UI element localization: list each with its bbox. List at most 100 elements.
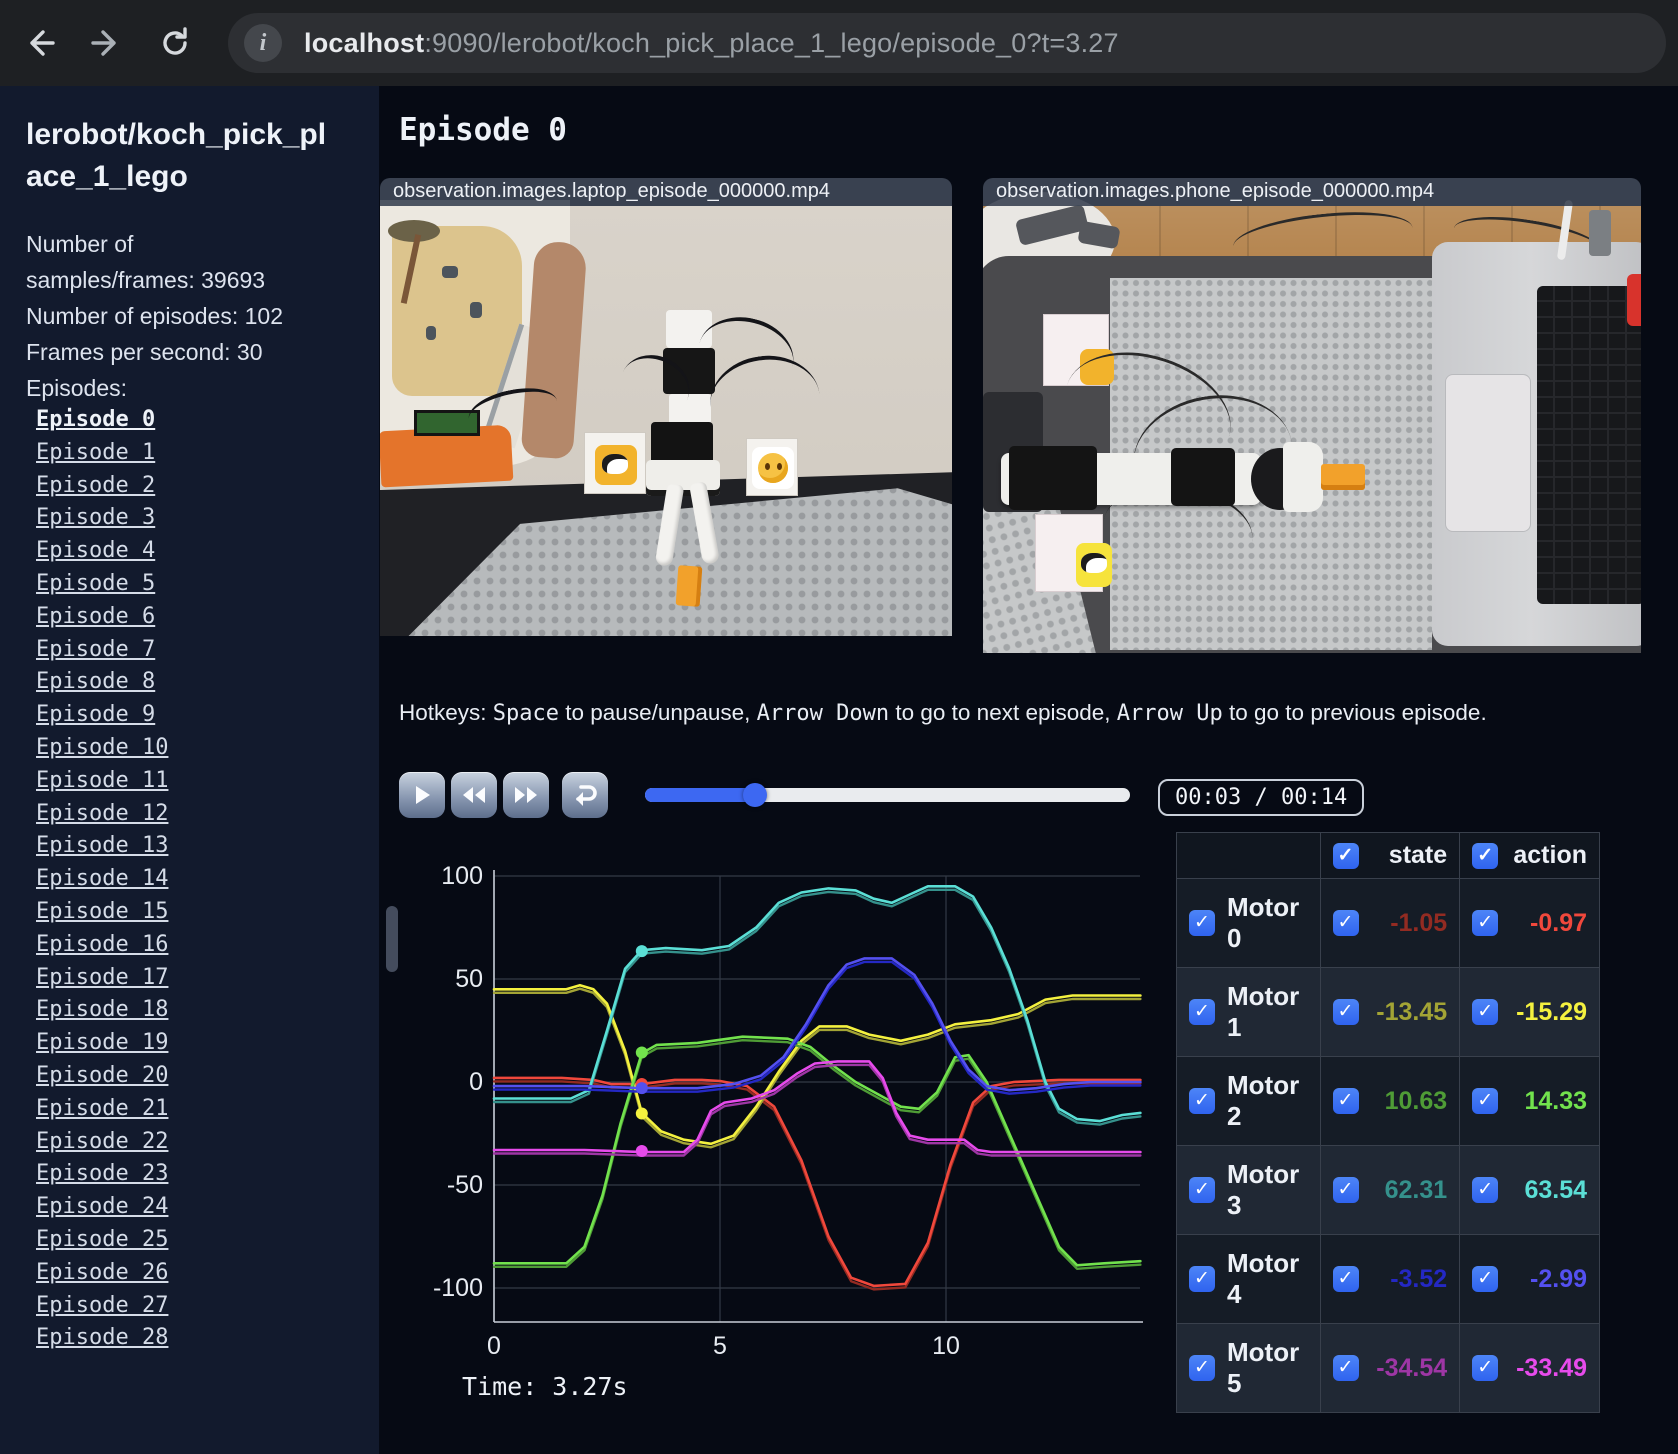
- motor-3-action-checkbox[interactable]: ✓: [1472, 1177, 1499, 1203]
- episode-link-episode-4[interactable]: Episode 4: [36, 535, 168, 568]
- motor-2-checkbox[interactable]: ✓: [1189, 1088, 1215, 1114]
- episode-link-episode-28[interactable]: Episode 28: [36, 1322, 168, 1355]
- print-mark: [470, 302, 482, 318]
- state-column-checkbox[interactable]: ✓: [1332, 842, 1359, 869]
- episode-link-episode-9[interactable]: Episode 9: [36, 699, 168, 732]
- motor-2-state-checkbox[interactable]: ✓: [1332, 1088, 1359, 1114]
- episode-link-episode-5[interactable]: Episode 5: [36, 568, 168, 601]
- motor-0-state-checkbox[interactable]: ✓: [1332, 910, 1359, 936]
- motor-4-action-checkbox[interactable]: ✓: [1472, 1266, 1499, 1292]
- motor-3-label: Motor 3: [1227, 1159, 1300, 1220]
- episode-link-episode-21[interactable]: Episode 21: [36, 1093, 168, 1126]
- seek-slider[interactable]: [645, 783, 1130, 807]
- x-tick-0: 0: [487, 1332, 501, 1360]
- motor-1-state-value: -13.45: [1376, 997, 1448, 1026]
- episode-link-episode-13[interactable]: Episode 13: [36, 830, 168, 863]
- hotkey-text: to go to next episode,: [889, 700, 1117, 725]
- fast-forward-button[interactable]: [503, 772, 549, 818]
- episode-link-episode-22[interactable]: Episode 22: [36, 1126, 168, 1159]
- motor-row-4: ✓ Motor 4 ✓ -3.52 ✓ -2.99: [1176, 1234, 1600, 1324]
- motor-3-state-checkbox[interactable]: ✓: [1332, 1177, 1359, 1203]
- episode-link-episode-14[interactable]: Episode 14: [36, 863, 168, 896]
- episode-link-episode-7[interactable]: Episode 7: [36, 634, 168, 667]
- play-button[interactable]: [399, 772, 445, 818]
- episode-link-episode-10[interactable]: Episode 10: [36, 732, 168, 765]
- seek-slider-thumb[interactable]: [743, 783, 768, 807]
- hotkeys-help: Hotkeys: Space to pause/unpause, Arrow D…: [399, 700, 1487, 726]
- stat-episodes: Number of episodes: 102: [26, 303, 283, 329]
- sidebar: lerobot/koch_pick_place_1_lego Number of…: [0, 86, 379, 1454]
- motor-1-state-checkbox[interactable]: ✓: [1332, 999, 1359, 1025]
- seek-slider-fill: [645, 788, 756, 802]
- motor-5-action-value: -33.49: [1516, 1353, 1587, 1382]
- episode-link-episode-11[interactable]: Episode 11: [36, 765, 168, 798]
- motor-5-checkbox[interactable]: ✓: [1189, 1355, 1215, 1381]
- episode-link-episode-3[interactable]: Episode 3: [36, 502, 168, 535]
- motor-1-action-checkbox[interactable]: ✓: [1472, 999, 1499, 1025]
- back-icon[interactable]: [18, 22, 60, 64]
- episode-link-episode-20[interactable]: Episode 20: [36, 1060, 168, 1093]
- time-display: 00:03 / 00:14: [1158, 779, 1365, 816]
- video-player-phone[interactable]: observation.images.phone_episode_000000.…: [983, 178, 1641, 653]
- episode-link-episode-26[interactable]: Episode 26: [36, 1257, 168, 1290]
- reload-icon[interactable]: [154, 22, 196, 64]
- current-time-dot-3: [635, 945, 648, 958]
- motor-5-state-checkbox[interactable]: ✓: [1332, 1355, 1359, 1381]
- hotkey-text: to pause/unpause,: [559, 700, 757, 725]
- table-corner-cell: [1176, 832, 1321, 879]
- motor-table: ✓ state ✓ action ✓ Motor 0 ✓ -1.05 ✓ -0.97 ✓ Moto…: [1176, 832, 1600, 1413]
- episode-link-episode-18[interactable]: Episode 18: [36, 994, 168, 1027]
- episode-link-episode-0[interactable]: Episode 0: [36, 404, 168, 437]
- episode-link-episode-15[interactable]: Episode 15: [36, 896, 168, 929]
- episode-link-episode-24[interactable]: Episode 24: [36, 1191, 168, 1224]
- site-info-icon[interactable]: i: [244, 24, 282, 62]
- forward-icon[interactable]: [86, 22, 128, 64]
- orange-lego-brick: [1321, 464, 1365, 490]
- series-action-4: [492, 957, 1142, 1092]
- episode-link-episode-25[interactable]: Episode 25: [36, 1224, 168, 1257]
- motor-chart[interactable]: 100 50 0 -50 -100 0 5 10: [385, 850, 1145, 1410]
- episode-link-episode-23[interactable]: Episode 23: [36, 1158, 168, 1191]
- motor-1-checkbox[interactable]: ✓: [1189, 999, 1215, 1025]
- x-tick-5: 5: [713, 1332, 727, 1360]
- episode-link-episode-1[interactable]: Episode 1: [36, 437, 168, 470]
- motor-4-checkbox[interactable]: ✓: [1189, 1266, 1215, 1292]
- laptop-top-view: [1432, 242, 1641, 646]
- y-tick-100: 100: [441, 862, 483, 890]
- episode-link-episode-6[interactable]: Episode 6: [36, 601, 168, 634]
- motor-4-state-value: -3.52: [1390, 1264, 1448, 1293]
- x-tick-10: 10: [932, 1332, 960, 1360]
- action-header-cell: ✓ action: [1459, 832, 1600, 879]
- panda-box-bottom: [1035, 514, 1112, 592]
- url-text[interactable]: localhost:9090/lerobot/koch_pick_place_1…: [304, 28, 1119, 59]
- episode-link-episode-12[interactable]: Episode 12: [36, 798, 168, 831]
- panda-box: [584, 432, 646, 494]
- current-time-dot-4: [635, 1082, 648, 1095]
- motor-4-state-checkbox[interactable]: ✓: [1332, 1266, 1359, 1292]
- episode-link-episode-27[interactable]: Episode 27: [36, 1290, 168, 1323]
- motor-0-checkbox[interactable]: ✓: [1189, 910, 1215, 936]
- current-time-dot-1: [635, 1107, 648, 1120]
- motor-0-action-checkbox[interactable]: ✓: [1472, 910, 1499, 936]
- motor-5-label: Motor 5: [1227, 1337, 1300, 1398]
- video-frame-phone: [983, 192, 1641, 653]
- dataset-title: lerobot/koch_pick_place_1_lego: [26, 118, 327, 193]
- episode-link-episode-2[interactable]: Episode 2: [36, 470, 168, 503]
- motor-2-label: Motor 2: [1227, 1070, 1300, 1131]
- address-bar[interactable]: i localhost:9090/lerobot/koch_pick_place…: [228, 13, 1666, 73]
- rewind-button[interactable]: [451, 772, 497, 818]
- motor-5-state-value: -34.54: [1376, 1353, 1448, 1382]
- episode-link-episode-16[interactable]: Episode 16: [36, 929, 168, 962]
- episode-link-episode-19[interactable]: Episode 19: [36, 1027, 168, 1060]
- episode-link-episode-8[interactable]: Episode 8: [36, 666, 168, 699]
- action-column-checkbox[interactable]: ✓: [1472, 842, 1499, 869]
- episode-link-episode-17[interactable]: Episode 17: [36, 962, 168, 995]
- video-caption-laptop: observation.images.laptop_episode_000000…: [380, 178, 952, 206]
- video-player-laptop[interactable]: observation.images.laptop_episode_000000…: [380, 178, 952, 636]
- loop-button[interactable]: [562, 772, 608, 818]
- motor-3-checkbox[interactable]: ✓: [1189, 1177, 1215, 1203]
- laptop-trackpad: [1445, 374, 1531, 532]
- motor-2-action-checkbox[interactable]: ✓: [1472, 1088, 1499, 1114]
- red-object: [1627, 274, 1641, 326]
- motor-5-action-checkbox[interactable]: ✓: [1472, 1355, 1499, 1381]
